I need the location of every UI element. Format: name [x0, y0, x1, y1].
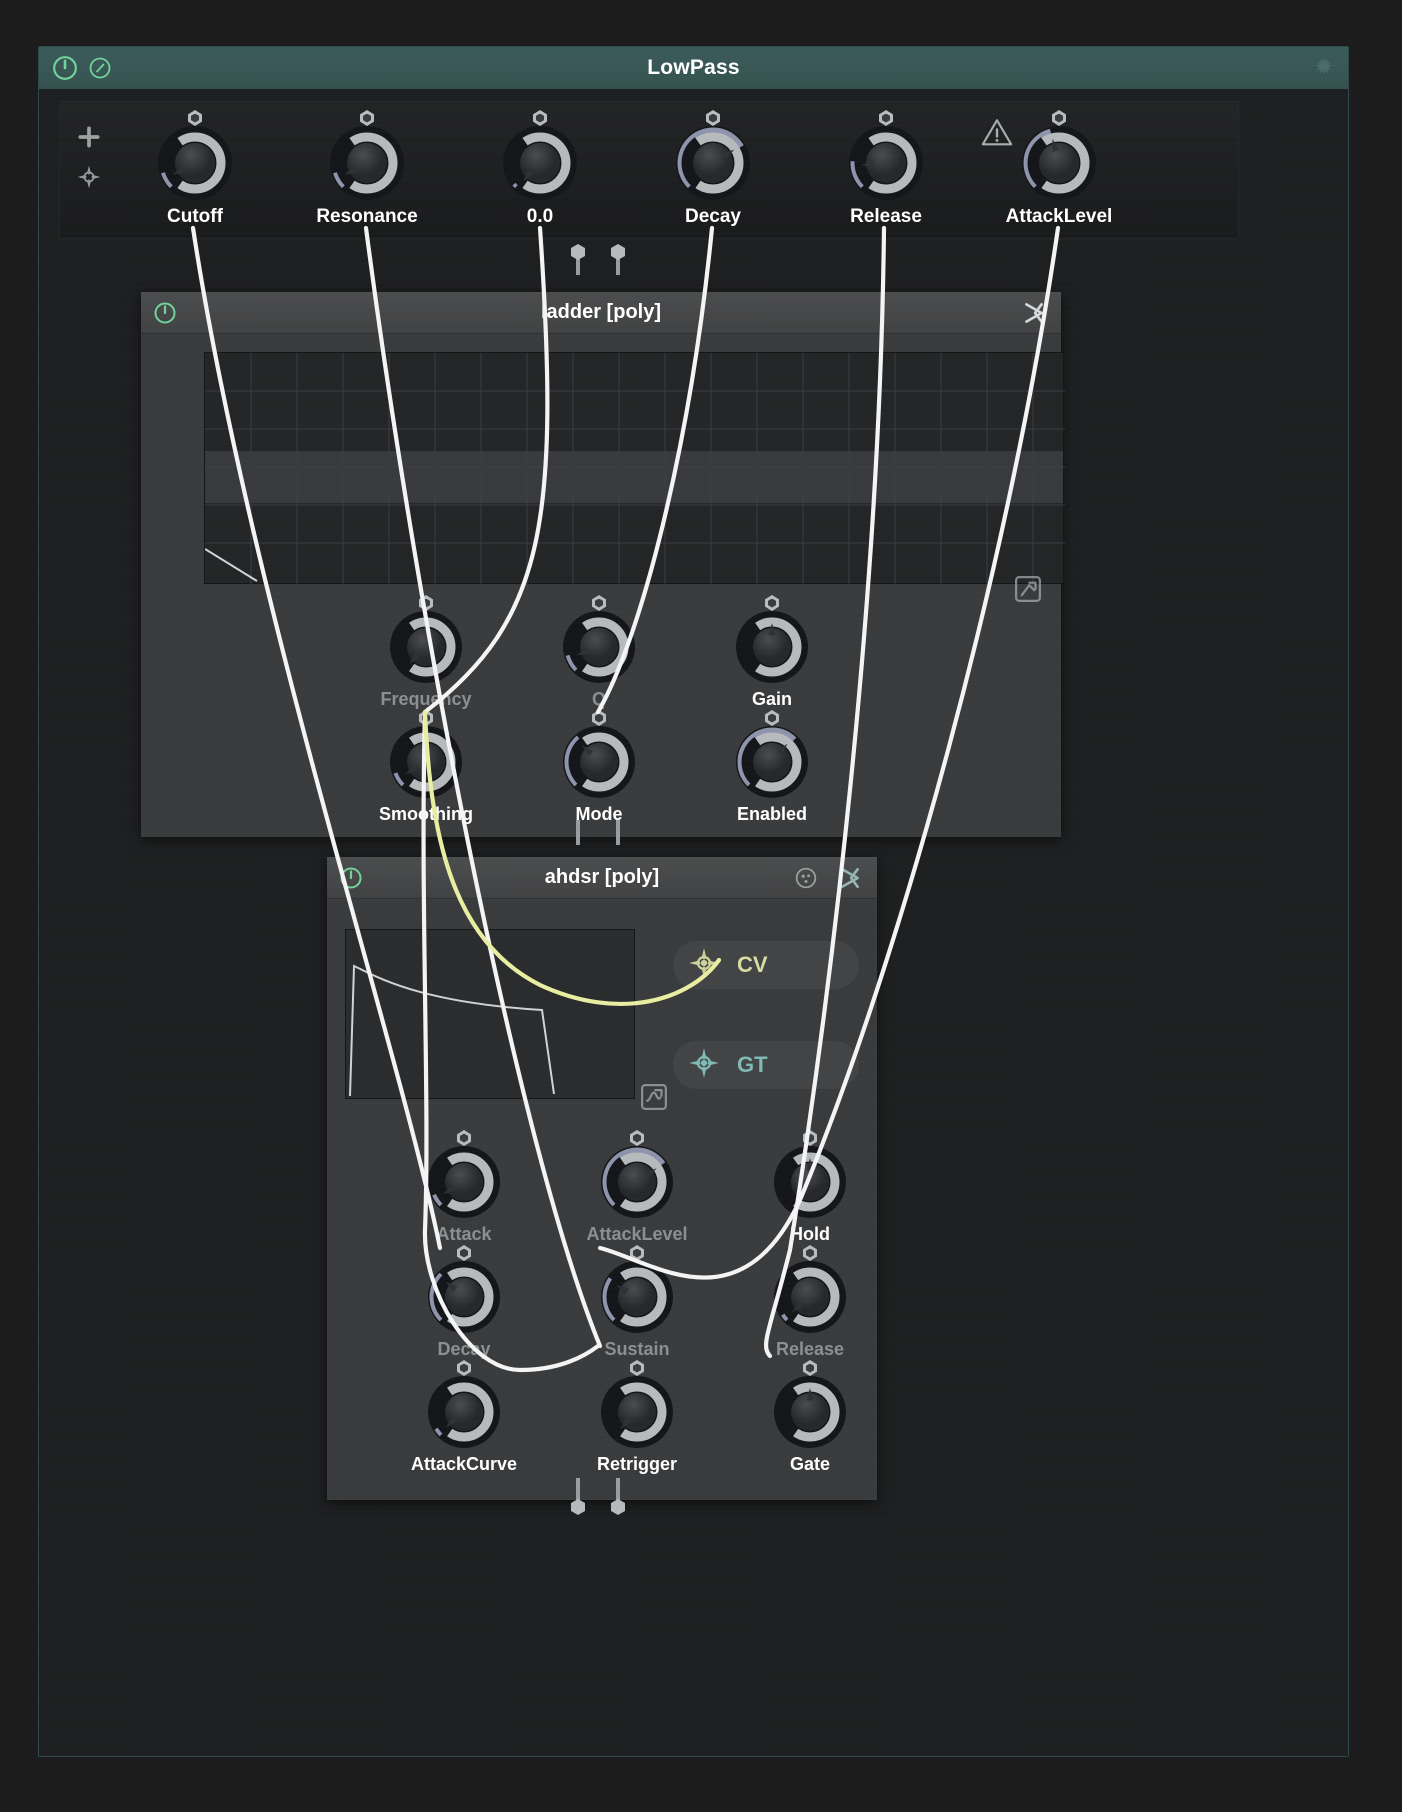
- warning-triangle-icon[interactable]: [980, 116, 1014, 150]
- knob-enabled[interactable]: Enabled: [712, 710, 832, 825]
- knob-dial[interactable]: [501, 110, 579, 202]
- knob-release[interactable]: Release: [750, 1245, 870, 1360]
- knob-label: Decay: [685, 206, 741, 227]
- knob-dial[interactable]: [772, 1130, 848, 1220]
- knob-decay[interactable]: Decay: [404, 1245, 524, 1360]
- knob-label: Resonance: [316, 206, 418, 227]
- top-knob-row: Cutoff Resonance 0.0 Decay Release Attac…: [60, 102, 1238, 238]
- page-title: LowPass: [647, 56, 740, 79]
- asterisk-icon[interactable]: ✹: [1314, 57, 1334, 79]
- knob-gain[interactable]: Gain: [712, 595, 832, 710]
- ahdsr-body: CV GT Attack AttackLevel Hold Decay Sust…: [327, 899, 877, 1500]
- knob-release[interactable]: Release: [826, 110, 946, 228]
- ladder-body: Frequency Q Gain Smoothing Mode Enabled: [141, 334, 1065, 837]
- knob-label: Release: [850, 206, 922, 227]
- knob-label: Frequency: [380, 689, 472, 709]
- modulation-target-icon[interactable]: [793, 865, 819, 891]
- knob-label: Sustain: [604, 1339, 670, 1359]
- ladder-title: ladder [poly]: [540, 301, 661, 323]
- knob-dial[interactable]: [599, 1130, 675, 1220]
- knob-label: Cutoff: [167, 206, 223, 227]
- knob-hold[interactable]: Hold: [750, 1130, 870, 1245]
- knob-label: Q: [591, 689, 606, 709]
- close-x-icon[interactable]: [1021, 300, 1047, 326]
- knob-dial[interactable]: [426, 1360, 502, 1450]
- ahdsr-knob-grid: Attack AttackLevel Hold Decay Sustain Re…: [327, 899, 877, 1500]
- knob-label: Retrigger: [596, 1454, 677, 1474]
- knob-label: AttackLevel: [586, 1224, 688, 1244]
- knob-label: Attack: [436, 1224, 492, 1244]
- knob-dial[interactable]: [674, 110, 752, 202]
- ahdsr-module: ahdsr [poly] CV GT Attack AttackLevel Ho…: [327, 857, 877, 1500]
- knob-label: Mode: [575, 804, 623, 824]
- knob-dial[interactable]: [772, 1360, 848, 1450]
- ladder-title-bar[interactable]: ladder [poly]: [141, 292, 1061, 334]
- knob-dial[interactable]: [561, 595, 637, 685]
- knob-label: Smoothing: [379, 804, 473, 824]
- knob-q[interactable]: Q: [539, 595, 659, 710]
- knob-dial[interactable]: [734, 595, 810, 685]
- close-x-icon[interactable]: [837, 865, 863, 891]
- knob-retrigger[interactable]: Retrigger: [577, 1360, 697, 1475]
- ladder-knob-grid: Frequency Q Gain Smoothing Mode Enabled: [141, 334, 1061, 837]
- knob-label: AttackCurve: [410, 1454, 518, 1474]
- ahdsr-title-bar[interactable]: ahdsr [poly]: [327, 857, 877, 899]
- knob-attackcurve[interactable]: AttackCurve: [404, 1360, 524, 1475]
- knob-label: Hold: [790, 1224, 830, 1244]
- knob-label: Gate: [789, 1454, 831, 1474]
- knob-frequency[interactable]: Frequency: [366, 595, 486, 710]
- knob-0-0[interactable]: 0.0: [480, 110, 600, 228]
- knob-dial[interactable]: [388, 710, 464, 800]
- knob-label: Decay: [437, 1339, 491, 1359]
- ladder-module: ladder [poly] Frequency Q Gain Smoothing…: [141, 292, 1065, 837]
- knob-dial[interactable]: [561, 710, 637, 800]
- knob-dial[interactable]: [847, 110, 925, 202]
- knob-attacklevel[interactable]: AttackLevel: [577, 1130, 697, 1245]
- knob-attacklevel[interactable]: AttackLevel: [999, 110, 1119, 228]
- knob-dial[interactable]: [388, 595, 464, 685]
- knob-label: 0.0: [526, 206, 554, 227]
- knob-mode[interactable]: Mode: [539, 710, 659, 825]
- knob-label: Gain: [751, 689, 792, 709]
- knob-resonance[interactable]: Resonance: [307, 110, 427, 228]
- knob-dial[interactable]: [426, 1130, 502, 1220]
- knob-dial[interactable]: [156, 110, 234, 202]
- knob-dial[interactable]: [772, 1245, 848, 1335]
- knob-decay[interactable]: Decay: [653, 110, 773, 228]
- parameter-panel: Cutoff Resonance 0.0 Decay Release Attac…: [59, 101, 1239, 239]
- knob-dial[interactable]: [426, 1245, 502, 1335]
- knob-sustain[interactable]: Sustain: [577, 1245, 697, 1360]
- knob-dial[interactable]: [734, 710, 810, 800]
- knob-gate[interactable]: Gate: [750, 1360, 870, 1475]
- lowpass-title-bar: LowPass ✹: [39, 47, 1348, 89]
- knob-dial[interactable]: [599, 1245, 675, 1335]
- knob-cutoff[interactable]: Cutoff: [135, 110, 255, 228]
- knob-dial[interactable]: [1020, 110, 1098, 202]
- lowpass-module: LowPass ✹ Cutoff Resonance 0.0 Decay Rel…: [38, 46, 1349, 1757]
- knob-dial[interactable]: [328, 110, 406, 202]
- knob-label: Release: [775, 1339, 845, 1359]
- knob-dial[interactable]: [599, 1360, 675, 1450]
- knob-label: AttackLevel: [1005, 206, 1113, 227]
- app-root: LowPass ✹ Cutoff Resonance 0.0 Decay Rel…: [0, 0, 1402, 1812]
- knob-attack[interactable]: Attack: [404, 1130, 524, 1245]
- knob-smoothing[interactable]: Smoothing: [366, 710, 486, 825]
- knob-label: Enabled: [736, 804, 807, 824]
